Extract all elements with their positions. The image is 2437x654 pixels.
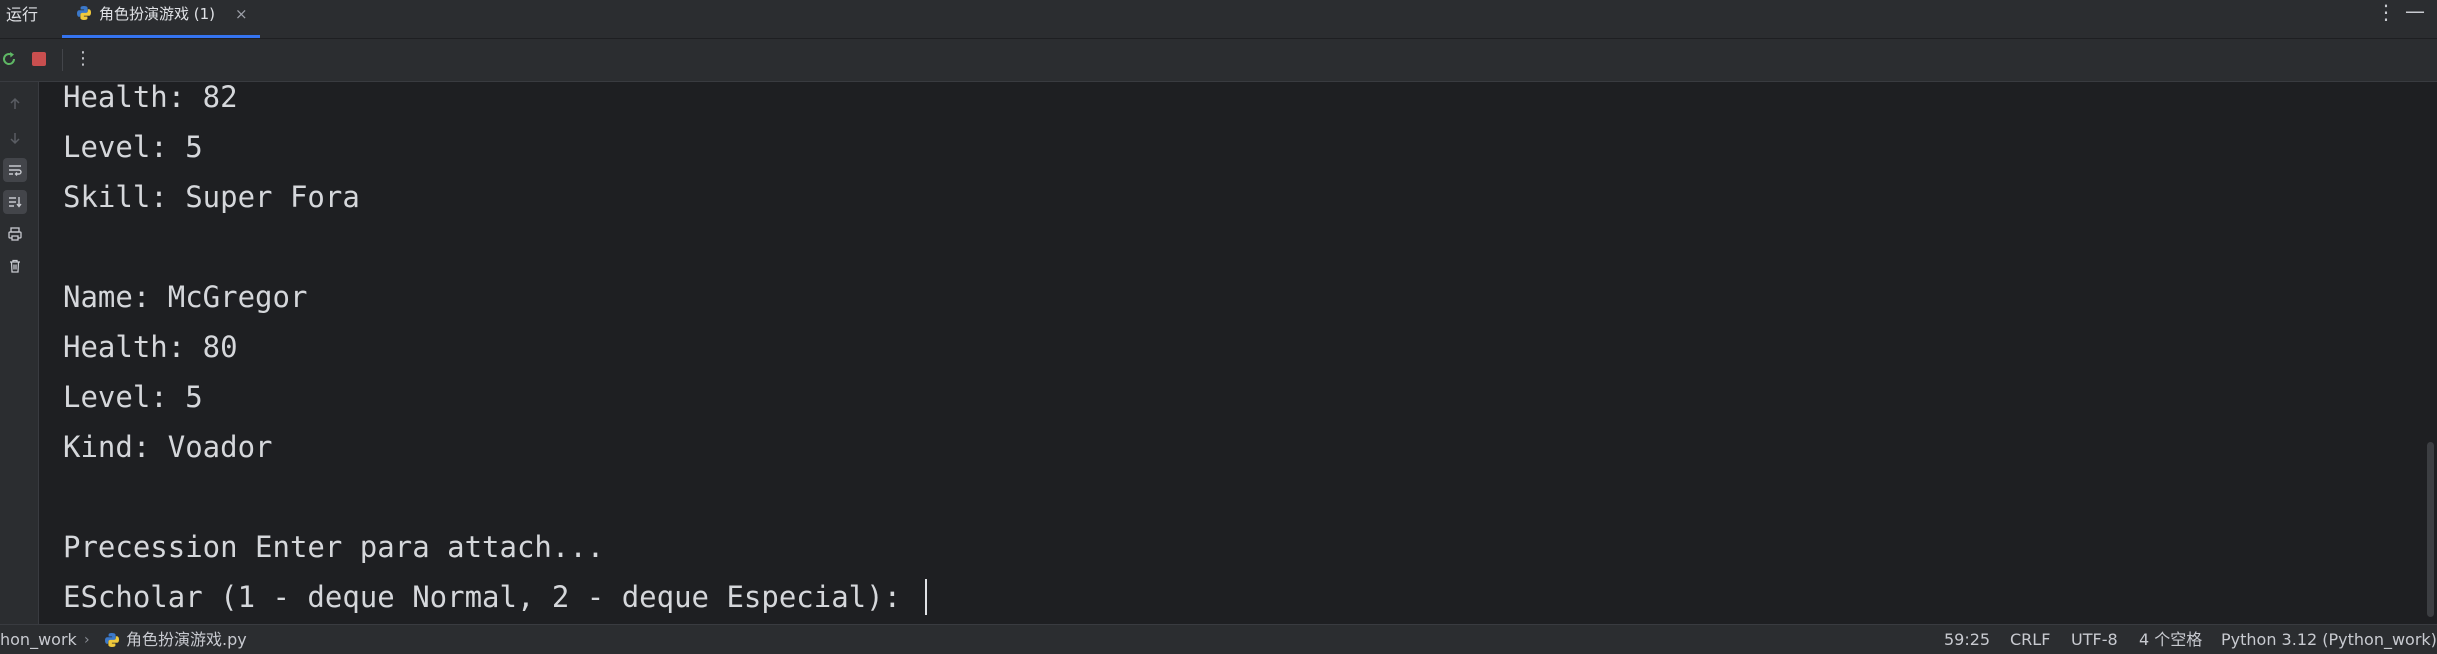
tool-window-title: 运行 bbox=[6, 5, 39, 24]
tab-label: 角色扮演游戏 (1) bbox=[99, 5, 216, 23]
console-side-toolbar bbox=[0, 82, 39, 624]
print-icon[interactable] bbox=[3, 222, 27, 246]
more-options-icon[interactable]: ⋮ bbox=[2376, 1, 2396, 23]
text-cursor bbox=[924, 579, 927, 615]
trash-icon[interactable] bbox=[3, 254, 27, 278]
console-line: Level: 5 bbox=[63, 130, 203, 164]
console-input-line[interactable]: EScholar (1 - deque Normal, 2 - deque Es… bbox=[63, 579, 927, 615]
breadcrumb-file[interactable]: 角色扮演游戏.py bbox=[126, 629, 247, 651]
console-output[interactable]: Health: 82 Level: 5 Skill: Super Fora Na… bbox=[39, 82, 2437, 624]
active-tab-indicator bbox=[62, 35, 260, 38]
vertical-scrollbar[interactable] bbox=[2427, 442, 2434, 617]
toolbar-more-icon[interactable]: ⋮ bbox=[74, 47, 92, 71]
caret-position[interactable]: 59:25 bbox=[1944, 629, 1990, 651]
line-separator[interactable]: CRLF bbox=[2010, 629, 2050, 651]
arrow-down-icon[interactable] bbox=[3, 126, 27, 150]
python-interpreter[interactable]: Python 3.12 (Python_work) bbox=[2221, 629, 2437, 651]
stop-icon[interactable] bbox=[32, 52, 46, 66]
console-line: Name: McGregor bbox=[63, 280, 308, 314]
rerun-icon[interactable] bbox=[0, 50, 18, 68]
status-bar: hon_work › 角色扮演游戏.py 59:25 CRLF UTF-8 4 … bbox=[0, 624, 2437, 654]
python-file-icon bbox=[105, 633, 119, 647]
file-encoding[interactable]: UTF-8 bbox=[2071, 629, 2118, 651]
arrow-up-icon[interactable] bbox=[3, 92, 27, 116]
console-line: Kind: Voador bbox=[63, 430, 273, 464]
console-line: Health: 82 bbox=[63, 82, 238, 114]
close-icon[interactable]: × bbox=[235, 3, 248, 25]
minimize-icon[interactable]: — bbox=[2405, 0, 2425, 22]
chevron-right-icon: › bbox=[84, 632, 90, 648]
tab-run-config[interactable]: 角色扮演游戏 (1) × bbox=[62, 0, 260, 38]
console-line: Skill: Super Fora bbox=[63, 180, 360, 214]
console-prompt: EScholar (1 - deque Normal, 2 - deque Es… bbox=[63, 580, 919, 614]
scroll-to-end-icon[interactable] bbox=[3, 190, 27, 214]
python-icon bbox=[77, 6, 91, 20]
breadcrumb-project[interactable]: hon_work bbox=[0, 629, 77, 651]
indent-setting[interactable]: 4 个空格 bbox=[2139, 629, 2202, 651]
console-line: Precession Enter para attach... bbox=[63, 530, 605, 564]
run-tool-window: 运行 角色扮演游戏 (1) × ⋮ — ⋮ Health: 82 Level: … bbox=[0, 0, 2437, 654]
soft-wrap-icon[interactable] bbox=[3, 158, 27, 182]
console-line: Health: 80 bbox=[63, 330, 238, 364]
console-line: Level: 5 bbox=[63, 380, 203, 414]
tool-window-header: 运行 角色扮演游戏 (1) × ⋮ — bbox=[0, 0, 2437, 39]
run-toolbar: ⋮ bbox=[0, 39, 2437, 82]
toolbar-divider bbox=[62, 49, 63, 71]
